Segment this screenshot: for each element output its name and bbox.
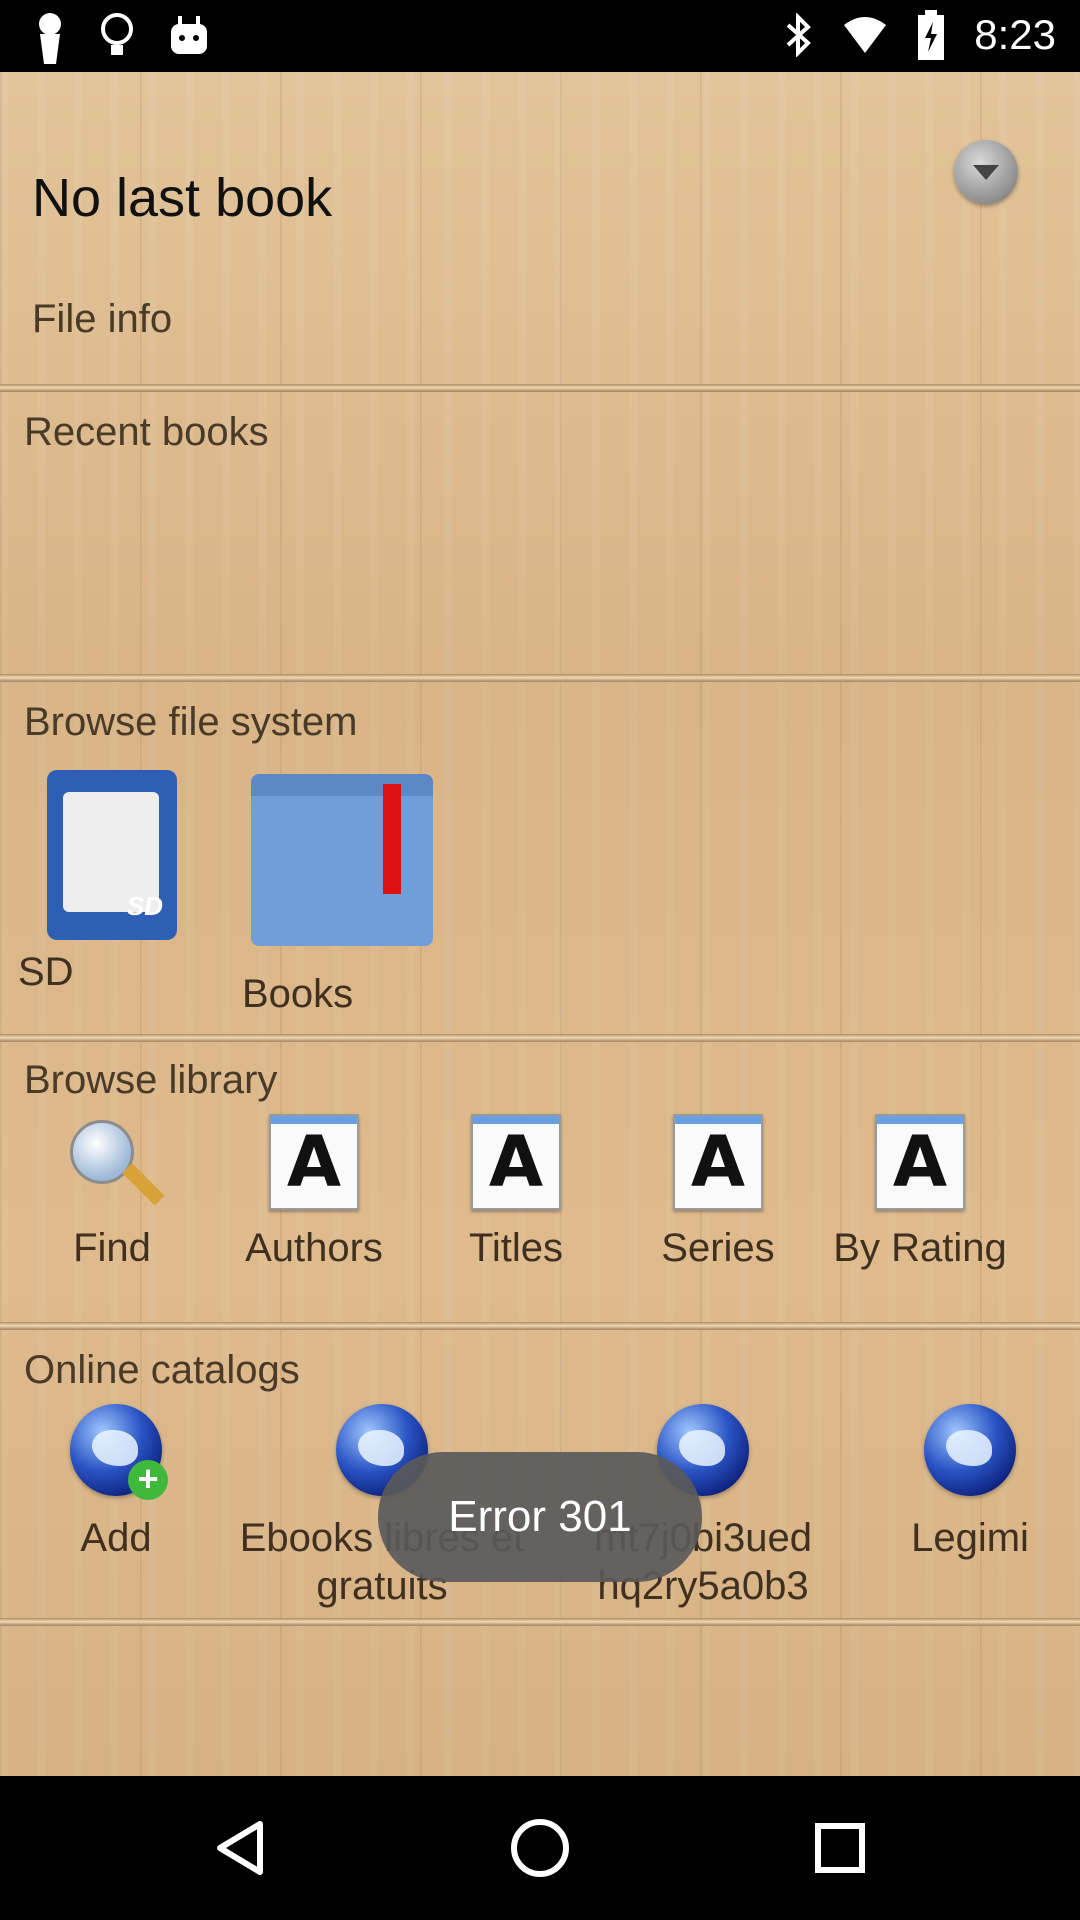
letter-a-icon: A	[269, 1114, 359, 1210]
notification-person-icon	[39, 13, 61, 64]
library-series-label: Series	[661, 1226, 775, 1270]
library-titles-button[interactable]: A Titles	[436, 1114, 596, 1272]
wifi-icon	[844, 17, 887, 53]
globe-icon	[924, 1404, 1016, 1496]
library-authors-label: Authors	[245, 1226, 383, 1270]
error-toast: Error 301	[378, 1452, 702, 1582]
books-label: Books	[242, 972, 354, 1016]
status-bar: 8:23	[0, 0, 1080, 72]
letter-a-icon: A	[875, 1114, 965, 1210]
letter-a-icon: A	[471, 1114, 561, 1210]
catalog-legimi-button[interactable]: Legimi	[880, 1404, 1060, 1562]
bluetooth-icon	[786, 13, 812, 57]
status-time: 8:23	[974, 11, 1056, 58]
library-series-button[interactable]: A Series	[638, 1114, 798, 1272]
android-bot-icon	[171, 16, 207, 54]
magnifier-icon	[64, 1114, 165, 1210]
section-title-library: Browse library	[24, 1058, 278, 1102]
recents-square-icon	[815, 1823, 865, 1873]
globe-add-icon: +	[70, 1404, 168, 1500]
sd-card-icon-text: SD	[126, 891, 163, 921]
dropdown-menu-button[interactable]	[954, 140, 1018, 204]
letter-a-icon: A	[673, 1114, 763, 1210]
home-circle-icon	[511, 1819, 569, 1877]
divider	[0, 674, 1080, 682]
last-book-title[interactable]: No last book	[32, 167, 332, 229]
catalog-add-button[interactable]: + Add	[46, 1404, 186, 1562]
section-title-catalogs: Online catalogs	[24, 1348, 300, 1392]
folder-icon	[251, 774, 433, 946]
library-titles-label: Titles	[468, 1226, 564, 1270]
navigation-bar	[0, 1776, 1080, 1920]
library-by-rating-label: By Rating	[833, 1226, 1007, 1270]
bookmark-ribbon	[383, 784, 401, 894]
divider	[0, 1034, 1080, 1042]
battery-charging-icon	[918, 10, 945, 60]
library-find-label: Find	[73, 1226, 151, 1270]
sd-label: SD	[18, 950, 74, 994]
catalog-legimi-label: Legimi	[911, 1516, 1029, 1560]
catalog-add-label: Add	[80, 1516, 152, 1560]
library-by-rating-button[interactable]: A By Rating	[820, 1114, 1020, 1272]
library-find-button[interactable]: Find	[42, 1114, 182, 1272]
recents-button[interactable]	[768, 1776, 912, 1920]
library-authors-button[interactable]: A Authors	[234, 1114, 394, 1272]
lightbulb-icon	[101, 13, 133, 55]
browse-sd-button[interactable]: SD SD	[18, 770, 202, 996]
sd-card-icon: SD	[47, 770, 177, 940]
divider	[0, 1618, 1080, 1626]
divider	[0, 1322, 1080, 1330]
browse-books-button[interactable]: Books	[242, 774, 442, 1018]
file-info-label: File info	[32, 297, 173, 341]
divider	[0, 384, 1080, 392]
home-button[interactable]	[468, 1776, 612, 1920]
section-title-recent: Recent books	[24, 410, 269, 454]
back-button[interactable]	[168, 1776, 312, 1920]
section-title-filesystem: Browse file system	[24, 700, 358, 744]
back-triangle-icon	[217, 1821, 263, 1875]
